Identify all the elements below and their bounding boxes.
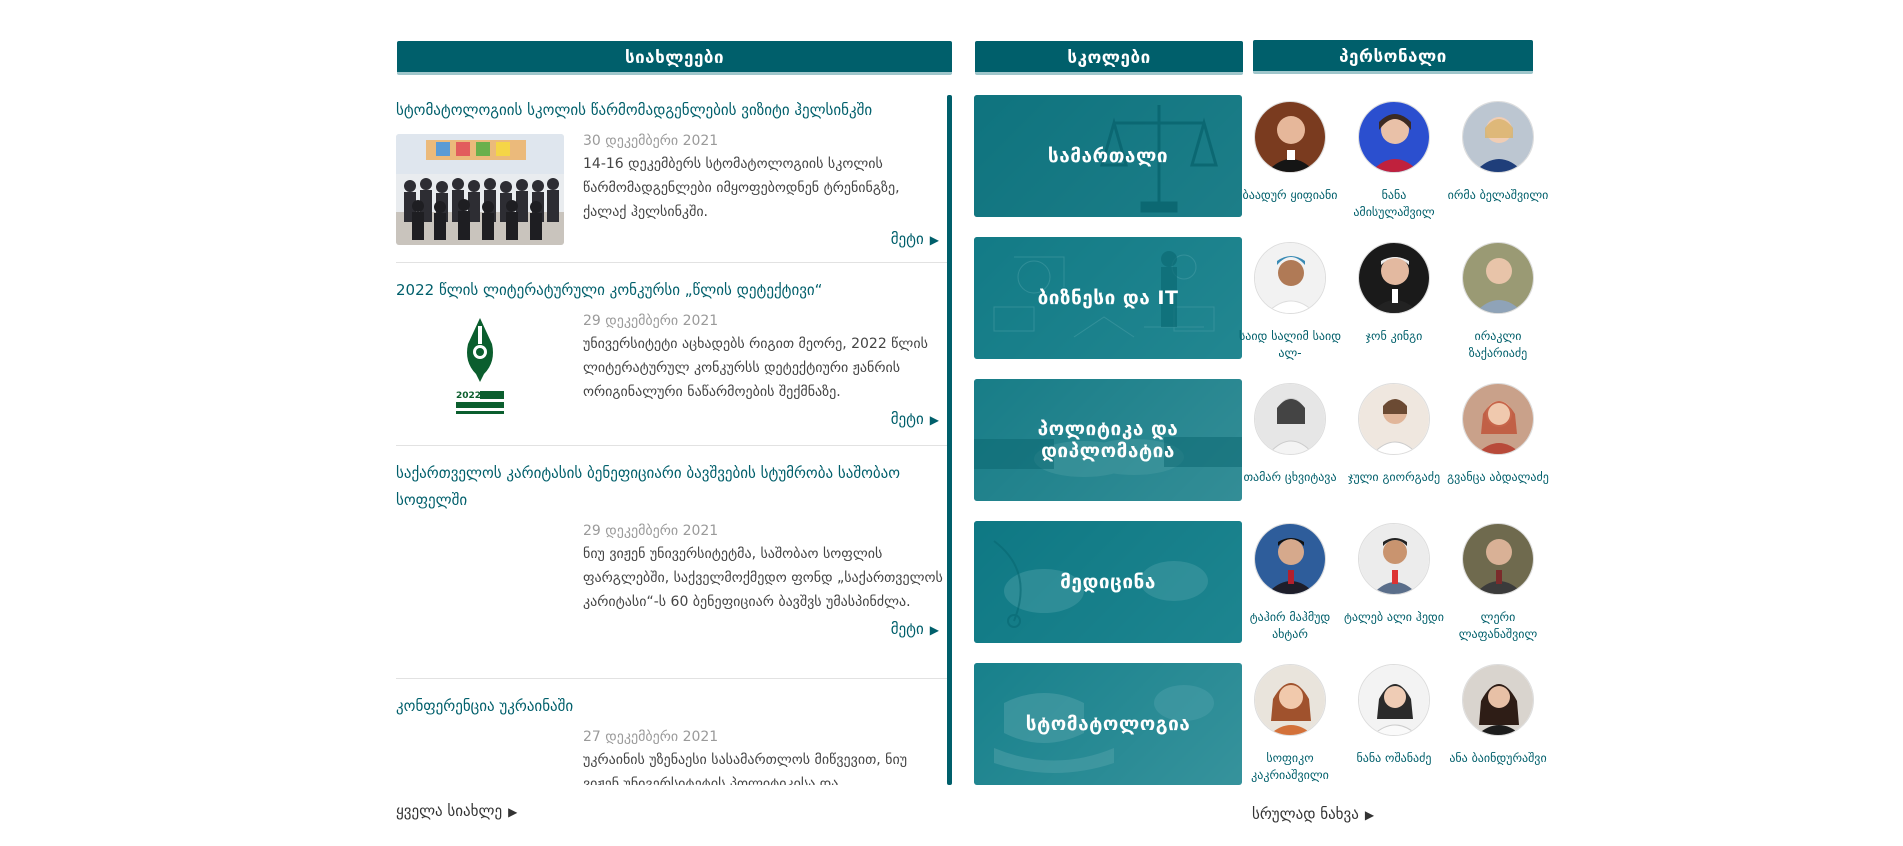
school-label: სტომატოლოგია — [1025, 713, 1191, 735]
school-card-politics-diplomacy[interactable]: პოლიტიკა და დიპლომატია — [974, 379, 1242, 501]
avatar — [1254, 242, 1326, 314]
more-label: მეტი — [890, 410, 924, 428]
staff-name: ნანა ამისულაშვილ — [1353, 188, 1435, 219]
news-item: სტომატოლოგიის სკოლის წარმომადგენლების ვი… — [396, 95, 951, 263]
school-label: ბიზნესი და IT — [1037, 287, 1179, 309]
avatar — [1358, 664, 1430, 736]
news-item: 2022 წლის ლიტერატურული კონკურსი „წლის დე… — [396, 263, 951, 446]
news-excerpt: ნიუ ვიჟენ უნივერსიტეტმა, საშობაო სოფლის … — [583, 546, 943, 610]
staff-card[interactable]: ჯული გიორგაძე — [1342, 383, 1446, 486]
school-card-medicine[interactable]: მედიცინა — [974, 521, 1242, 643]
news-excerpt: უნივერსიტეტი აცხადებს რიგით მეორე, 2022 … — [583, 336, 928, 400]
news-list: სტომატოლოგიის სკოლის წარმომადგენლების ვი… — [396, 95, 951, 785]
staff-name: თამარ ცხვიტავა — [1243, 470, 1337, 484]
news-date: 29 დეკემბერი 2021 — [583, 313, 719, 329]
avatar — [1254, 101, 1326, 173]
staff-card[interactable]: ტალებ ალი ჰედი — [1342, 523, 1446, 626]
avatar — [1462, 523, 1534, 595]
all-news-label: ყველა სიახლე — [396, 802, 503, 820]
avatar — [1254, 383, 1326, 455]
play-arrow-icon: ▶ — [1364, 808, 1375, 822]
staff-name: ირმა ბელაშვილი — [1447, 188, 1549, 202]
avatar — [1358, 242, 1430, 314]
staff-all-link[interactable]: სრულად ნახვა ▶ — [1252, 805, 1374, 823]
school-card-business-it[interactable]: ბიზნესი და IT — [974, 237, 1242, 359]
staff-card[interactable]: ლერი ლაფანაშვილ — [1446, 523, 1550, 643]
news-thumbnail-pen-logo[interactable]: 2022 — [396, 314, 564, 425]
news-more-link[interactable]: მეტი ▶ — [396, 618, 939, 651]
play-arrow-icon: ▶ — [929, 233, 939, 247]
news-item: საქართველოს კარიტასის ბენეფიციარი ბავშვე… — [396, 446, 951, 679]
staff-name: ანა ბაინდურაშვი — [1449, 751, 1547, 765]
avatar — [1462, 664, 1534, 736]
staff-name: გვანცა აბდალაძე — [1447, 470, 1549, 484]
school-label: მედიცინა — [1060, 571, 1156, 593]
school-card-law[interactable]: სამართალი — [974, 95, 1242, 217]
staff-name: ტალებ ალი ჰედი — [1344, 610, 1444, 624]
staff-card[interactable]: საიდ სალიმ საიდ ალ- — [1238, 242, 1342, 362]
play-arrow-icon: ▶ — [929, 623, 939, 637]
avatar — [1462, 242, 1534, 314]
staff-name: ტაჰირ მაჰმუდ ახტარ — [1249, 610, 1331, 641]
news-title[interactable]: კონფერენცია უკრაინაში — [396, 691, 936, 720]
news-title[interactable]: საქართველოს კარიტასის ბენეფიციარი ბავშვე… — [396, 458, 936, 514]
avatar — [1462, 383, 1534, 455]
school-label: პოლიტიკა და დიპლომატია — [1037, 418, 1179, 462]
avatar — [1462, 101, 1534, 173]
staff-card[interactable]: ნანა ოშანაძე — [1342, 664, 1446, 767]
school-label: სამართალი — [1047, 145, 1169, 167]
news-date: 29 დეკემბერი 2021 — [583, 523, 719, 539]
news-header: სიახლეები — [397, 41, 952, 75]
news-scrollbar[interactable] — [947, 95, 952, 785]
staff-name: საიდ სალიმ საიდ ალ- — [1238, 329, 1342, 360]
avatar — [1358, 101, 1430, 173]
staff-name: ბაადურ ყიფიანი — [1242, 188, 1338, 202]
schools-header: სკოლები — [975, 41, 1243, 75]
staff-card[interactable]: სოფიკო კაკრიაშვილი — [1238, 664, 1342, 784]
staff-name: ირაკლი ზაქარიაძე — [1468, 329, 1528, 360]
staff-card[interactable]: ტაჰირ მაჰმუდ ახტარ — [1238, 523, 1342, 643]
news-item: კონფერენცია უკრაინაში 27 დეკემბერი 2021 … — [396, 679, 951, 785]
staff-card[interactable]: ირმა ბელაშვილი — [1446, 101, 1550, 204]
school-card-dentistry[interactable]: სტომატოლოგია — [974, 663, 1242, 785]
news-title[interactable]: სტომატოლოგიის სკოლის წარმომადგენლების ვი… — [396, 95, 936, 124]
staff-name: ნანა ოშანაძე — [1356, 751, 1432, 765]
svg-text:2022: 2022 — [456, 391, 481, 401]
more-label: მეტი — [890, 620, 924, 638]
more-label: მეტი — [890, 230, 924, 248]
staff-all-label: სრულად ნახვა — [1252, 805, 1359, 823]
staff-card[interactable]: გვანცა აბდალაძე — [1446, 383, 1550, 486]
staff-header: პერსონალი — [1253, 40, 1533, 74]
news-excerpt: 14-16 დეკემბერს სტომატოლოგიის სკოლის წარ… — [583, 156, 900, 220]
news-excerpt: უკრაინის უზენაესი სასამართლოს მიწვევით, … — [583, 752, 908, 785]
news-date: 27 დეკემბერი 2021 — [583, 729, 719, 745]
news-title[interactable]: 2022 წლის ლიტერატურული კონკურსი „წლის დე… — [396, 275, 936, 304]
news-thumbnail-group-photo[interactable] — [396, 134, 564, 245]
avatar — [1358, 523, 1430, 595]
avatar — [1254, 664, 1326, 736]
news-date: 30 დეკემბერი 2021 — [583, 133, 719, 149]
avatar — [1254, 523, 1326, 595]
play-arrow-icon: ▶ — [508, 805, 518, 819]
staff-card[interactable]: ანა ბაინდურაშვი — [1446, 664, 1550, 767]
staff-name: ჯონ კინგი — [1365, 329, 1423, 343]
staff-card[interactable]: ჯონ კინგი — [1342, 242, 1446, 345]
play-arrow-icon: ▶ — [929, 413, 939, 427]
staff-card[interactable]: ბაადურ ყიფიანი — [1238, 101, 1342, 204]
staff-name: ჯული გიორგაძე — [1347, 470, 1441, 484]
staff-name: სოფიკო კაკრიაშვილი — [1251, 751, 1329, 782]
all-news-link[interactable]: ყველა სიახლე ▶ — [396, 802, 517, 820]
avatar — [1358, 383, 1430, 455]
staff-card[interactable]: ნანა ამისულაშვილ — [1342, 101, 1446, 221]
staff-card[interactable]: თამარ ცხვიტავა — [1238, 383, 1342, 486]
staff-name: ლერი ლაფანაშვილ — [1458, 610, 1538, 641]
staff-card[interactable]: ირაკლი ზაქარიაძე — [1446, 242, 1550, 362]
